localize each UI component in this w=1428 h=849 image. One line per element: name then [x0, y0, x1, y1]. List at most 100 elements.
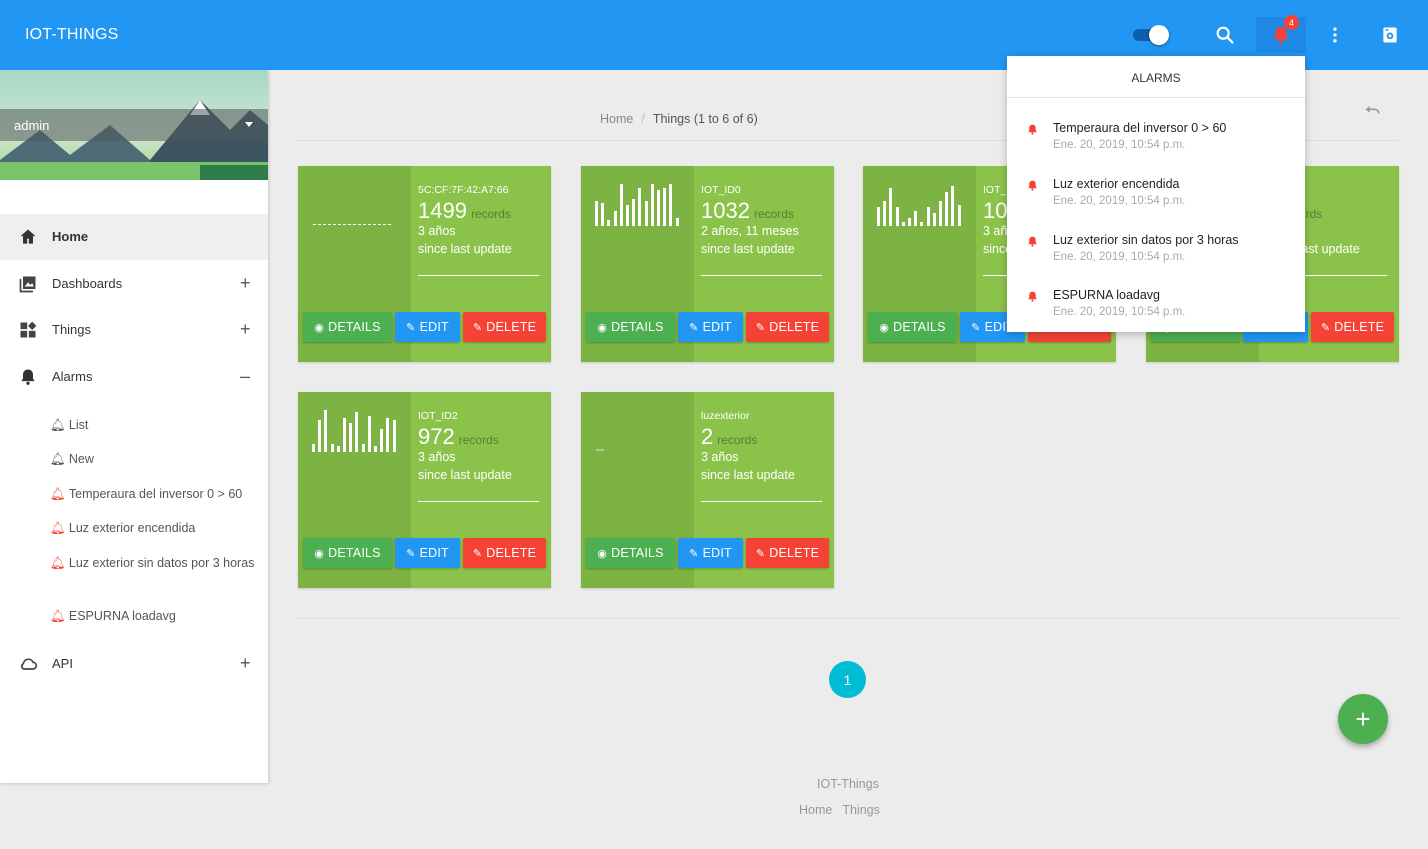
details-button[interactable]: ◉DETAILS [303, 312, 392, 342]
pencil-icon: ✎ [472, 321, 483, 334]
pencil-icon: ✎ [755, 321, 766, 334]
last-update-label: since last update [701, 468, 795, 482]
alarm-entry[interactable]: ESPURNA loadavg Ene. 20, 2019, 10:54 p.m… [1007, 287, 1305, 337]
details-button[interactable]: ◉DETAILS [868, 312, 957, 342]
widgets-icon [20, 321, 37, 338]
sparkline-bar [945, 192, 949, 226]
delete-button[interactable]: ✎DELETE [463, 538, 546, 568]
collapse-alarms-icon[interactable]: – [240, 366, 250, 386]
sparkline-bar [657, 190, 660, 226]
nav-things[interactable]: Things + [0, 307, 268, 353]
thing-id: IOT_ID0 [701, 184, 741, 196]
sparkline-bar [638, 188, 642, 226]
card-divider [418, 275, 539, 276]
add-thing-button[interactable]: + [1338, 694, 1388, 744]
eye-icon: ◉ [879, 321, 890, 334]
alarms-sub-item[interactable]: 🔔︎ Luz exterior encendida [50, 519, 255, 537]
alarms-sub-item[interactable]: 🔔︎ ESPURNA loadavg [50, 607, 255, 625]
edit-button[interactable]: ✎EDIT [395, 538, 460, 568]
pencil-icon: ✎ [1320, 321, 1331, 334]
pencil-icon: ✎ [472, 547, 483, 560]
delete-button[interactable]: ✎DELETE [746, 312, 829, 342]
photo-library-icon [19, 276, 36, 293]
alarms-dropdown: ALARMS Temperaura del inversor 0 > 60 En… [1007, 56, 1305, 332]
search-button[interactable] [1208, 18, 1242, 52]
alarms-sub-item[interactable]: 🔔︎ Temperaura del inversor 0 > 60 [50, 485, 255, 503]
sparkline-bar [367, 416, 371, 452]
alarms-sub-new[interactable]: 🔔︎ New [50, 450, 255, 468]
sparkline-bar [644, 201, 648, 226]
alarm-entry-title: ESPURNA loadavg [1053, 288, 1161, 302]
record-count: 1499 records [418, 198, 511, 223]
last-update-label: since last update [701, 242, 795, 256]
pagination-page-1[interactable]: 1 [829, 661, 866, 698]
bell-plus-icon: 🔔︎ [50, 452, 66, 466]
alarms-button[interactable]: 4 [1256, 15, 1306, 53]
logout-button[interactable] [1373, 18, 1407, 52]
sparkline-bar [926, 207, 930, 226]
more-menu-button[interactable] [1318, 18, 1352, 52]
alarm-ringing-icon [1026, 290, 1039, 308]
nav-home[interactable]: Home [0, 214, 268, 260]
sparkline-bar [932, 213, 936, 226]
details-button[interactable]: ◉DETAILS [303, 538, 392, 568]
delete-button[interactable]: ✎DELETE [746, 538, 829, 568]
breadcrumb-home[interactable]: Home [600, 112, 633, 126]
caret-down-icon[interactable] [245, 122, 253, 127]
alarm-entry[interactable]: Luz exterior encendida Ene. 20, 2019, 10… [1007, 176, 1305, 226]
sparkline-bar [386, 418, 390, 452]
alarm-entry[interactable]: Temperaura del inversor 0 > 60 Ene. 20, … [1007, 120, 1305, 170]
record-count: 972 records [418, 424, 499, 449]
home-icon [20, 229, 36, 244]
pencil-icon: ✎ [406, 547, 416, 560]
nav-alarms[interactable]: Alarms – [0, 354, 268, 400]
profile-header: admin [0, 70, 268, 180]
footer-link-things[interactable]: Things [842, 803, 880, 817]
alarms-sub-list[interactable]: 🔔︎ List [50, 416, 255, 434]
sparkline-bar [318, 420, 322, 452]
expand-dashboards-icon[interactable]: + [240, 273, 251, 293]
alarm-ringing-icon [1026, 179, 1039, 197]
record-unit: records [753, 207, 794, 221]
sparkline-bar [957, 205, 961, 226]
username[interactable]: admin [14, 118, 49, 133]
alarm-entry-date: Ene. 20, 2019, 10:54 p.m. [1053, 251, 1186, 263]
alarm-ringing-icon: 🔔︎ [50, 556, 66, 570]
theme-toggle[interactable] [1131, 24, 1171, 46]
edit-button[interactable]: ✎EDIT [678, 538, 743, 568]
record-unit: records [470, 207, 511, 221]
thing-card: IOT_ID2 972 records 3 años since last update… [298, 392, 551, 588]
undo-icon[interactable] [1363, 101, 1383, 121]
edit-button[interactable]: ✎EDIT [678, 312, 743, 342]
alarms-sub-item[interactable]: 🔔︎ Luz exterior sin datos por 3 horas [50, 554, 255, 572]
sparkline-bar [595, 201, 598, 226]
sparkline-bar [626, 205, 629, 226]
nav-api-label: API [52, 656, 73, 671]
expand-api-icon[interactable]: + [240, 653, 251, 673]
footer-link-home[interactable]: Home [799, 803, 832, 817]
empty-sparkline [313, 224, 391, 225]
sparkline-bar [663, 188, 667, 226]
app-title[interactable]: IOT-THINGS [25, 26, 119, 44]
delete-button[interactable]: ✎DELETE [463, 312, 546, 342]
last-update-ago: 3 años [418, 450, 456, 464]
alarm-entry[interactable]: Luz exterior sin datos por 3 horas Ene. … [1007, 232, 1305, 282]
details-button[interactable]: ◉DETAILS [586, 538, 675, 568]
breadcrumb-separator: / [641, 112, 645, 126]
thing-card: -- luzexterior 2 records 3 años since last up… [581, 392, 834, 588]
nav-dashboards[interactable]: Dashboards + [0, 261, 268, 307]
nav-api[interactable]: API + [0, 641, 268, 687]
details-button[interactable]: ◉DETAILS [586, 312, 675, 342]
record-unit: records [458, 433, 499, 447]
delete-button[interactable]: ✎DELETE [1311, 312, 1394, 342]
edit-button[interactable]: ✎EDIT [395, 312, 460, 342]
expand-things-icon[interactable]: + [240, 319, 251, 339]
thing-id: IOT_ID2 [418, 410, 458, 422]
sparkline-bar [380, 429, 384, 452]
nav-home-label: Home [52, 229, 89, 244]
nav-dashboards-label: Dashboards [52, 276, 123, 291]
alarm-entry-date: Ene. 20, 2019, 10:54 p.m. [1053, 306, 1186, 318]
plus-icon: + [1355, 703, 1371, 734]
last-update-ago: 3 años [701, 450, 739, 464]
cloud-icon [20, 658, 38, 670]
